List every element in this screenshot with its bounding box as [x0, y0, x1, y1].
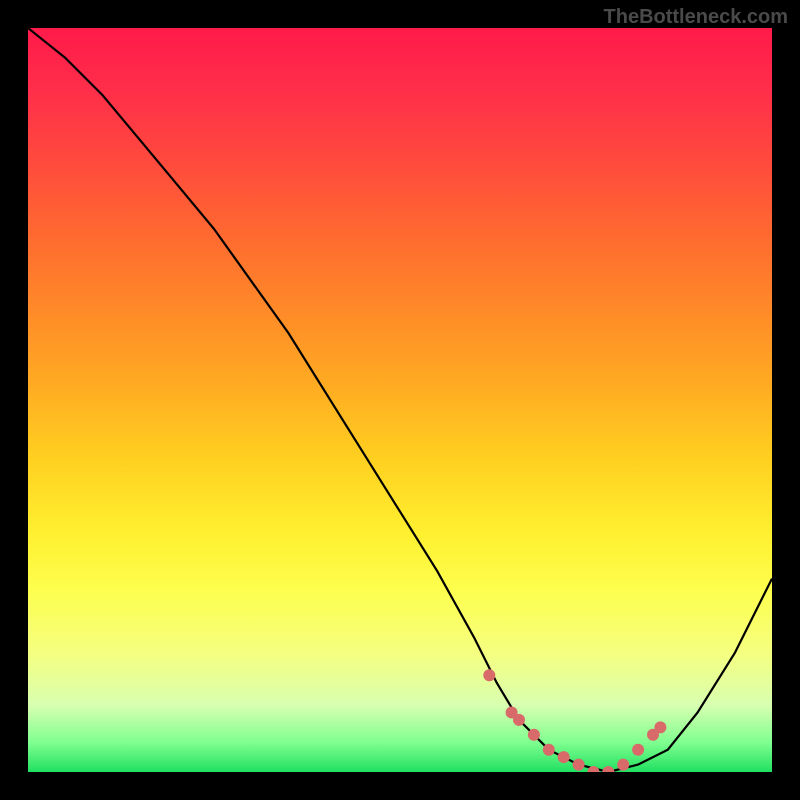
highlight-dot — [483, 669, 495, 681]
highlight-dot — [617, 759, 629, 771]
highlight-dots-group — [483, 669, 666, 772]
highlight-dot — [528, 729, 540, 741]
highlight-dot — [632, 744, 644, 756]
plot-area — [28, 28, 772, 772]
watermark-label: TheBottleneck.com — [604, 6, 788, 29]
highlight-dot — [573, 759, 585, 771]
highlight-dot — [654, 721, 666, 733]
highlight-dot — [602, 766, 614, 772]
bottleneck-curve-line — [28, 28, 772, 772]
chart-svg — [28, 28, 772, 772]
highlight-dot — [543, 744, 555, 756]
highlight-dot — [513, 714, 525, 726]
highlight-dot — [558, 751, 570, 763]
